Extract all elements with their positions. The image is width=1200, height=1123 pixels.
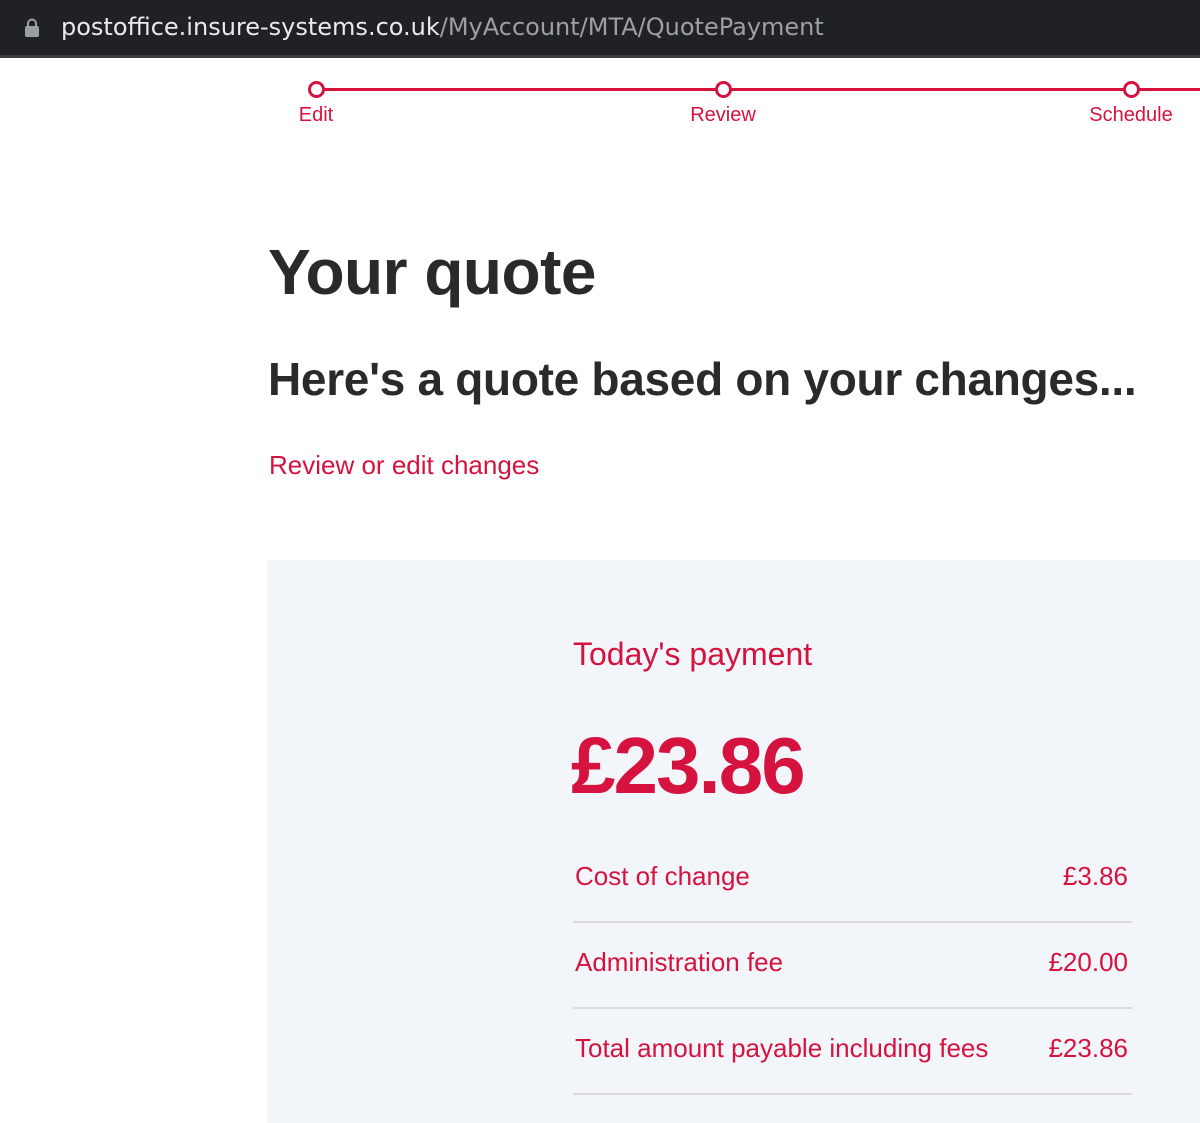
breakdown-row-cost-of-change: Cost of change £3.86: [573, 837, 1132, 923]
step-label-schedule: Schedule: [1089, 104, 1173, 126]
payment-summary-panel: Today's payment £23.86 Cost of change £3…: [267, 560, 1200, 1123]
url-text[interactable]: postoffice.insure-systems.co.uk/MyAccoun…: [61, 12, 824, 42]
step-label-edit: Edit: [298, 104, 334, 126]
step-label-review: Review: [690, 104, 756, 126]
page-title: Your quote: [268, 236, 597, 308]
step-edit[interactable]: Edit: [256, 81, 376, 126]
step-dot: [1122, 81, 1140, 98]
url-path: /MyAccount/MTA/QuotePayment: [439, 13, 824, 41]
browser-address-bar[interactable]: postoffice.insure-systems.co.uk/MyAccoun…: [0, 0, 1200, 58]
review-edit-changes-link[interactable]: Review or edit changes: [269, 448, 539, 482]
step-dot: [307, 81, 325, 98]
row-value: £20.00: [1048, 947, 1128, 977]
row-value: £23.86: [1048, 1033, 1128, 1063]
row-label: Administration fee: [575, 947, 784, 977]
breakdown-row-total: Total amount payable including fees £23.…: [573, 1009, 1132, 1095]
url-domain: postoffice.insure-systems.co.uk: [61, 13, 440, 41]
todays-payment-amount: £23.86: [571, 721, 806, 810]
progress-stepper: Edit Review Schedule: [0, 61, 1200, 141]
todays-payment-heading: Today's payment: [573, 636, 813, 672]
lock-icon[interactable]: [24, 18, 40, 38]
payment-breakdown: Cost of change £3.86 Administration fee …: [573, 837, 1132, 1095]
step-schedule[interactable]: Schedule: [1071, 81, 1191, 126]
row-value: £3.86: [1062, 861, 1128, 891]
row-label: Total amount payable including fees: [575, 1033, 989, 1063]
row-label: Cost of change: [575, 861, 750, 891]
breakdown-row-admin-fee: Administration fee £20.00: [573, 923, 1132, 1009]
step-review[interactable]: Review: [663, 81, 783, 126]
step-dot: [714, 81, 732, 98]
page-subtitle: Here's a quote based on your changes...: [268, 353, 1137, 405]
